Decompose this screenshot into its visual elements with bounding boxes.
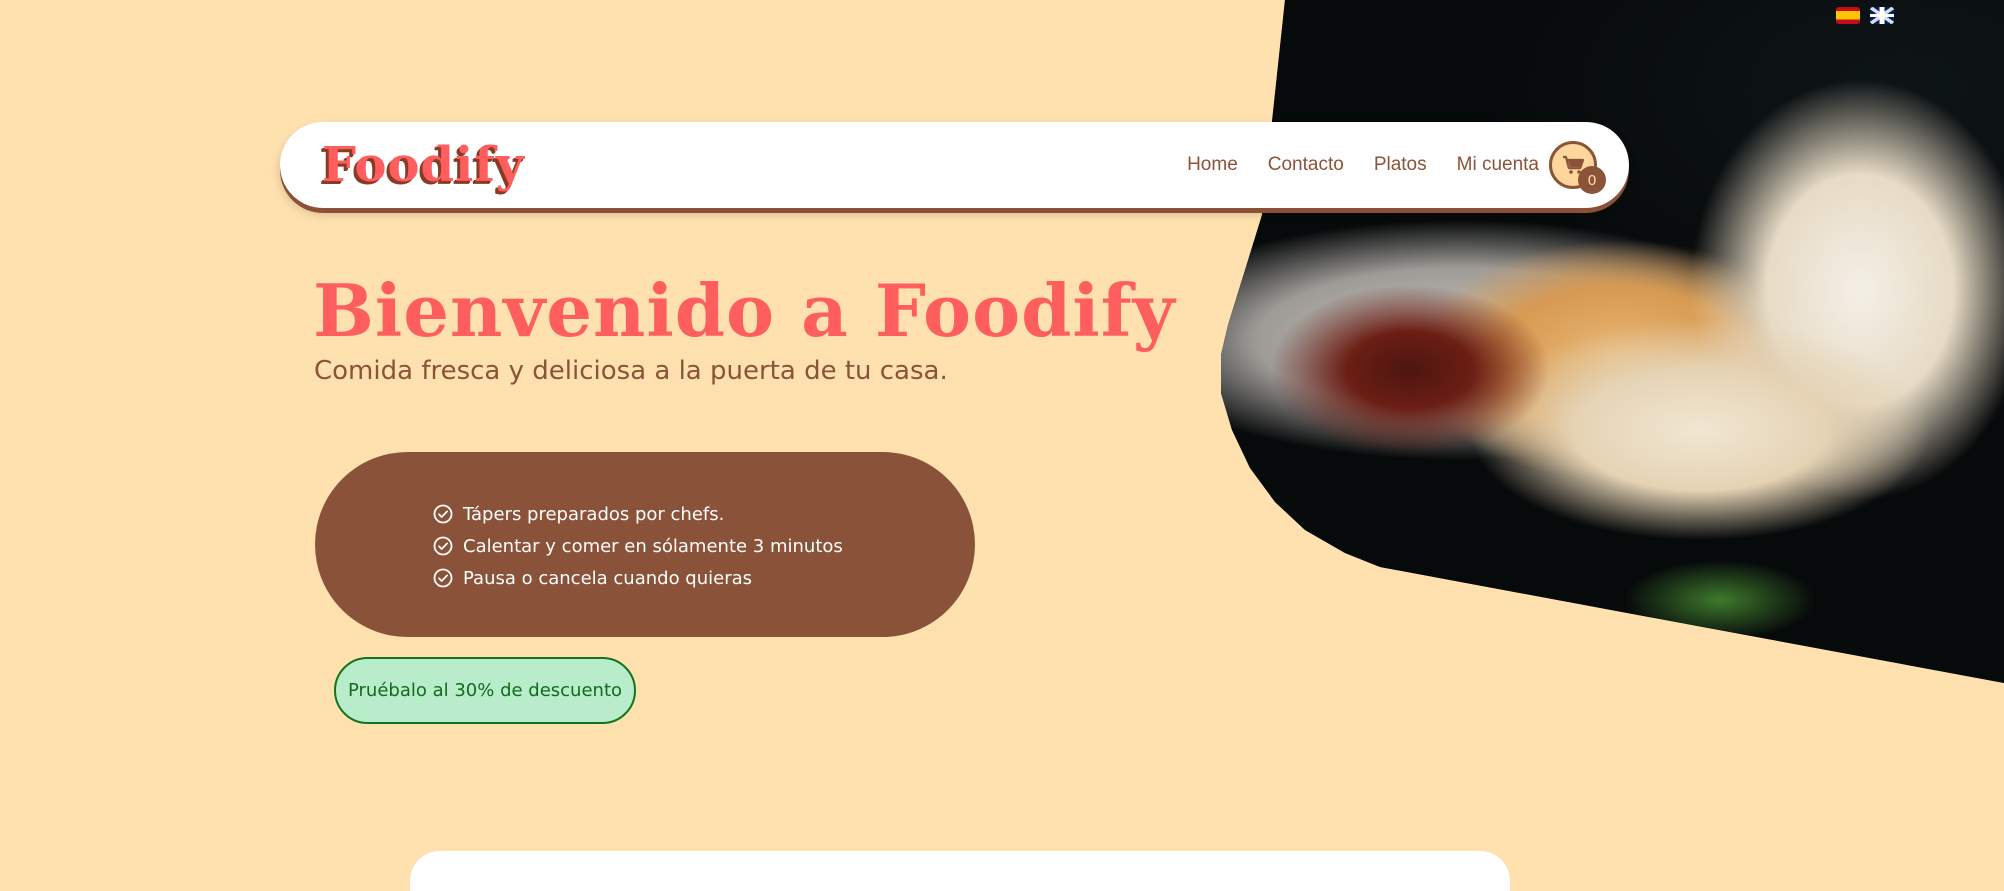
feature-text: Tápers preparados por chefs. (463, 503, 725, 525)
hero-subtitle: Comida fresca y deliciosa a la puerta de… (314, 356, 948, 386)
check-circle-icon (433, 536, 453, 556)
next-section-card (410, 851, 1510, 891)
feature-item: Calentar y comer en sólamente 3 minutos (433, 530, 843, 562)
nav-link-platos[interactable]: Platos (1374, 154, 1427, 176)
nav-links: Home Contacto Platos Mi cuenta 0 (1187, 141, 1606, 194)
check-circle-icon (433, 504, 453, 524)
uk-flag-icon[interactable] (1870, 7, 1894, 24)
nav-link-contacto[interactable]: Contacto (1268, 154, 1344, 176)
feature-item: Tápers preparados por chefs. (433, 498, 843, 530)
navbar: Foodify Home Contacto Platos Mi cuenta 0 (280, 122, 1629, 208)
feature-text: Calentar y comer en sólamente 3 minutos (463, 535, 843, 557)
feature-text: Pausa o cancela cuando quieras (463, 567, 753, 589)
check-circle-icon (433, 568, 453, 588)
logo[interactable]: Foodify (322, 137, 525, 193)
discount-cta-button[interactable]: Pruébalo al 30% de descuento (334, 657, 636, 724)
cart-button[interactable]: 0 (1549, 141, 1606, 194)
nav-link-home[interactable]: Home (1187, 154, 1238, 176)
cart-count-badge: 0 (1578, 166, 1606, 194)
nav-link-mi-cuenta[interactable]: Mi cuenta (1457, 154, 1539, 176)
features-panel: Tápers preparados por chefs. Calentar y … (315, 452, 975, 637)
language-switcher (1836, 7, 1894, 24)
spain-flag-icon[interactable] (1836, 7, 1860, 24)
feature-list: Tápers preparados por chefs. Calentar y … (433, 498, 843, 594)
feature-item: Pausa o cancela cuando quieras (433, 562, 843, 594)
hero-title: Bienvenido a Foodify (313, 268, 1176, 353)
